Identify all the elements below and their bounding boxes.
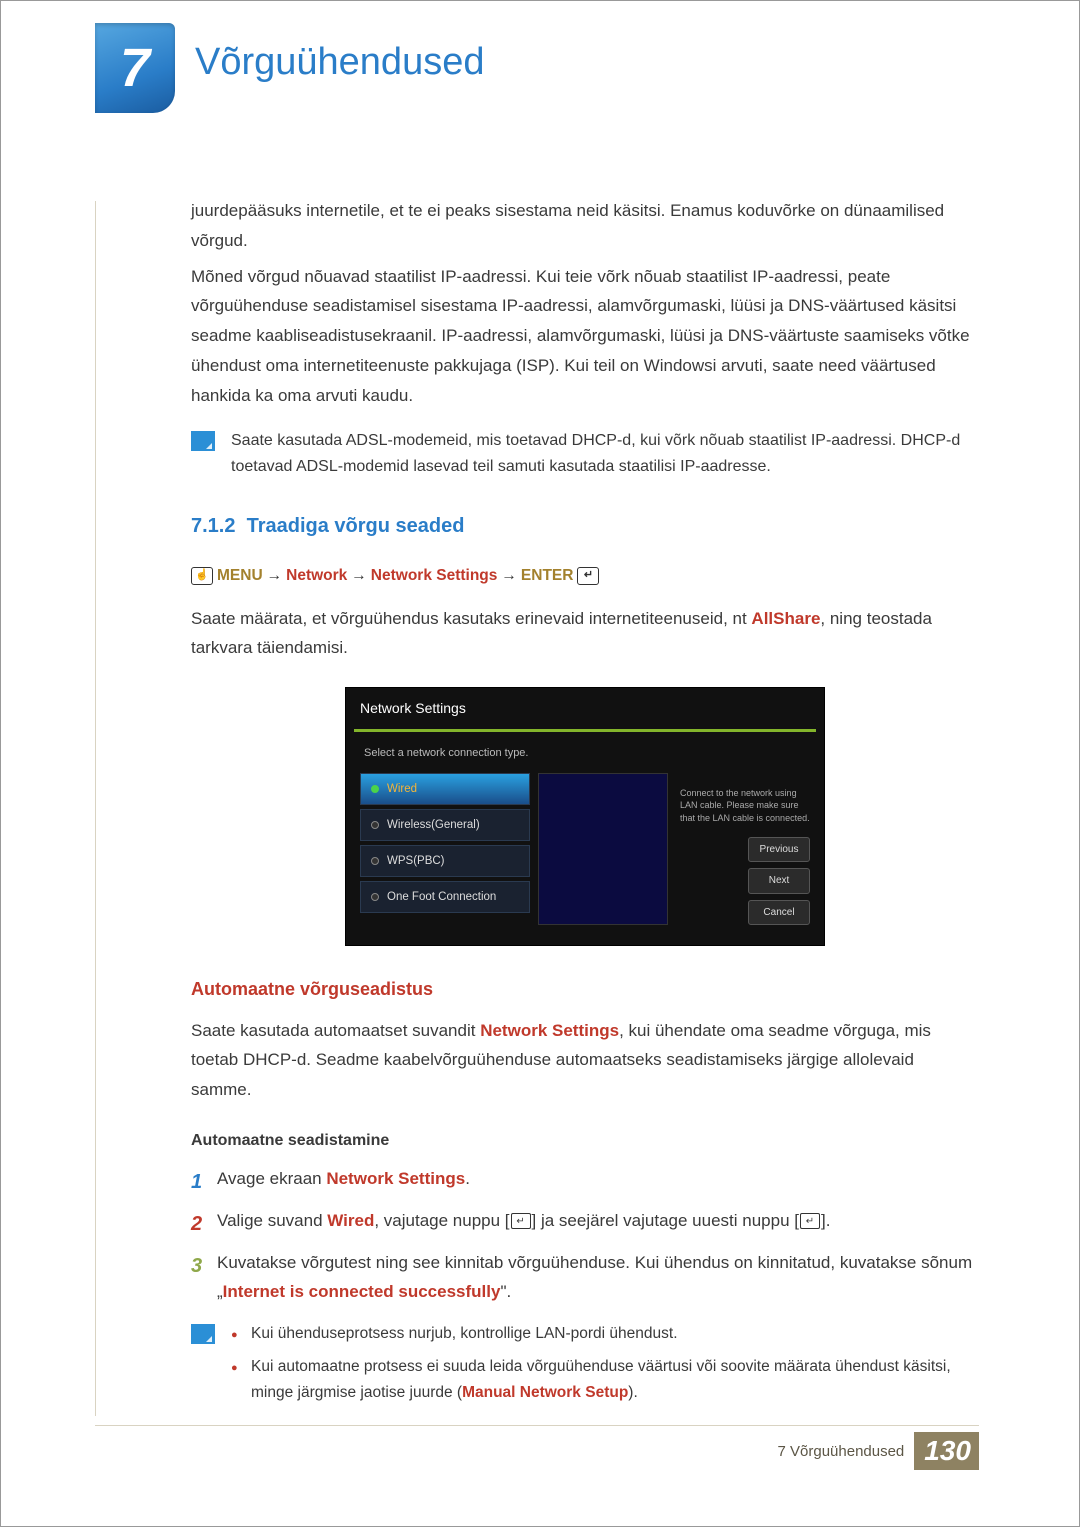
lead-paragraph: Saate määrata, et võrguühendus kasutaks …: [191, 604, 979, 664]
option-wired[interactable]: Wired: [360, 773, 530, 805]
dialog-instruction-text: Connect to the network using LAN cable. …: [680, 787, 810, 825]
option-wps-pbc[interactable]: WPS(PBC): [360, 845, 530, 877]
section-heading: 7.1.2 Traadiga võrgu seaded: [191, 509, 979, 544]
bullet-icon: ●: [231, 1354, 251, 1405]
dialog-subtitle: Select a network connection type.: [346, 740, 824, 773]
auto-network-setup-title: Automaatne võrguseadistus: [191, 974, 979, 1006]
dialog-accent: [354, 729, 816, 732]
note-icon: [191, 431, 215, 451]
enter-icon: ↵: [511, 1213, 531, 1229]
footer-chapter-label: 7 Võrguühendused: [778, 1443, 905, 1460]
page-footer: 7 Võrguühendused 130: [778, 1432, 980, 1470]
allshare-label: AllShare: [751, 609, 820, 628]
bc-menu: MENU: [217, 562, 263, 589]
enter-icon: ↵: [800, 1213, 820, 1229]
note-block-2: ● Kui ühenduseprotsess nurjub, kontrolli…: [191, 1321, 979, 1414]
bc-network: Network: [286, 562, 347, 589]
auto-config-subtitle: Automaatne seadistamine: [191, 1127, 979, 1155]
section-title: Traadiga võrgu seaded: [247, 515, 465, 537]
bc-enter: ENTER: [521, 562, 574, 589]
menu-hand-icon: ☝: [191, 567, 213, 585]
dialog-title: Network Settings: [346, 688, 824, 729]
menu-path: ☝ MENU → Network → Network Settings → EN…: [191, 562, 979, 589]
dialog-illustration-panel: [538, 773, 668, 925]
enter-icon: ↵: [577, 567, 599, 585]
step-3: 3 Kuvatakse võrgutest ning see kinnitab …: [191, 1249, 979, 1307]
option-wireless-general[interactable]: Wireless(General): [360, 809, 530, 841]
network-settings-dialog: Network Settings Select a network connec…: [345, 687, 825, 946]
arrow-icon: →: [501, 562, 517, 589]
chapter-number-tab: 7: [95, 23, 175, 113]
bullet-icon: ●: [231, 1321, 251, 1347]
section-number: 7.1.2: [191, 515, 235, 537]
next-button[interactable]: Next: [748, 868, 810, 894]
left-margin-rule: [95, 201, 96, 1416]
page-number: 130: [914, 1432, 979, 1470]
note2-bullet-2: Kui automaatne protsess ei suuda leida v…: [251, 1354, 979, 1405]
note2-bullet-1: Kui ühenduseprotsess nurjub, kontrollige…: [251, 1321, 678, 1347]
arrow-icon: →: [351, 562, 367, 589]
manual-page: 7 Võrguühendused juurdepääsuks interneti…: [0, 0, 1080, 1527]
option-one-foot-connection[interactable]: One Foot Connection: [360, 881, 530, 913]
cancel-button[interactable]: Cancel: [748, 900, 810, 926]
note-text-1: Saate kasutada ADSL-modemeid, mis toetav…: [231, 428, 979, 479]
intro-paragraph-2: Mõned võrgud nõuavad staatilist IP-aadre…: [191, 262, 979, 411]
note-block-1: Saate kasutada ADSL-modemeid, mis toetav…: [191, 428, 979, 479]
auto-paragraph: Saate kasutada automaatset suvandit Netw…: [191, 1016, 979, 1105]
arrow-icon: →: [267, 562, 283, 589]
footer-rule: [95, 1425, 979, 1426]
previous-button[interactable]: Previous: [748, 837, 810, 863]
chapter-title: Võrguühendused: [195, 41, 484, 84]
note-icon: [191, 1324, 215, 1344]
bc-network-settings: Network Settings: [371, 562, 498, 589]
step-1: 1 Avage ekraan Network Settings.: [191, 1165, 979, 1199]
intro-paragraph-1: juurdepääsuks internetile, et te ei peak…: [191, 196, 979, 256]
step-2: 2 Valige suvand Wired, vajutage nuppu [↵…: [191, 1207, 979, 1241]
